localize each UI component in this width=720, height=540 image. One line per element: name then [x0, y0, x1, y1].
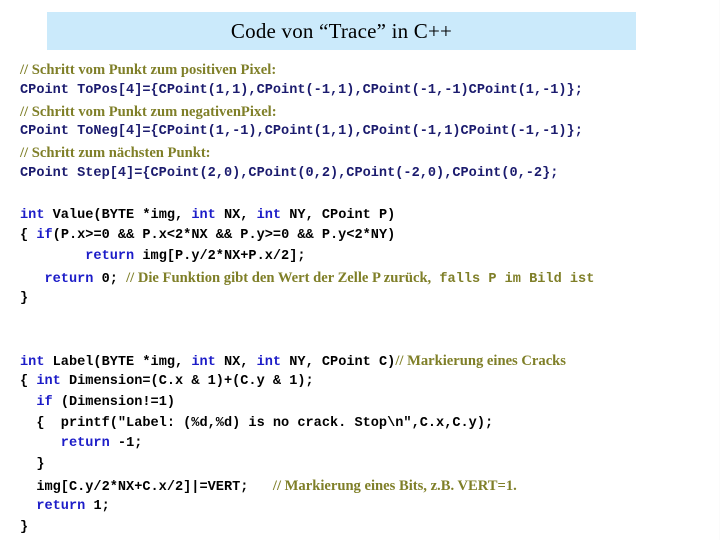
code-line: { if(P.x>=0 && P.x<2*NX && P.y>=0 && P.y…	[20, 226, 710, 247]
code-line: return -1;	[20, 434, 710, 455]
code-comment-line: // Schritt vom Punkt zum positiven Pixel…	[20, 60, 710, 81]
code-text: NX,	[215, 355, 257, 371]
code-keyword: int	[256, 355, 282, 371]
code-line: int Label(BYTE *img, int NX, int NY, CPo…	[20, 351, 710, 372]
code-literal: CPoint ToNeg[4]={CPoint(1,-1),CPoint(1,1…	[20, 124, 583, 140]
code-literal: CPoint Step[4]={CPoint(2,0),CPoint(0,2),…	[20, 165, 559, 181]
code-comment: // Schritt vom Punkt zum negativenPixel:	[20, 103, 277, 120]
code-text: 0;	[93, 271, 127, 287]
code-comment-line: // Schritt vom Punkt zum negativenPixel:	[20, 102, 710, 123]
code-line: return 0; // Die Funktion gibt den Wert …	[20, 268, 710, 289]
code-line: if (Dimension!=1)	[20, 393, 710, 414]
code-text: NY, CPoint C)	[281, 355, 396, 371]
code-line: CPoint ToNeg[4]={CPoint(1,-1),CPoint(1,1…	[20, 122, 710, 143]
code-line: }	[20, 289, 710, 310]
code-line: img[C.y/2*NX+C.x/2]|=VERT; // Markierung…	[20, 476, 710, 497]
code-keyword: return	[36, 498, 86, 514]
code-comment: // Schritt vom Punkt zum positiven Pixel…	[20, 62, 277, 78]
code-line: CPoint ToPos[4]={CPoint(1,1),CPoint(-1,1…	[20, 81, 710, 102]
code-text: NY, CPoint P)	[281, 207, 396, 223]
code-text: {	[20, 228, 37, 244]
code-keyword: if	[36, 394, 53, 410]
code-line: int Value(BYTE *img, int NX, int NY, CPo…	[20, 206, 710, 227]
code-keyword: return	[60, 436, 110, 452]
code-line: CPoint Step[4]={CPoint(2,0),CPoint(0,2),…	[20, 164, 710, 185]
code-line: { int Dimension=(C.x & 1)+(C.y & 1);	[20, 372, 710, 393]
code-text: Value(BYTE *img,	[44, 207, 192, 223]
code-keyword: int	[20, 207, 45, 223]
code-keyword: int	[256, 207, 282, 223]
code-keyword: int	[20, 355, 45, 371]
code-keyword: int	[191, 207, 216, 223]
code-text: NX,	[215, 207, 257, 223]
code-keyword: int	[191, 355, 216, 371]
code-comment: // Die Funktion gibt den Wert der Zelle …	[126, 269, 432, 286]
code-text: { printf("Label: (%d,%d) is no crack. St…	[20, 415, 494, 431]
code-line: return 1;	[20, 497, 710, 518]
code-text: (P.x>=0 && P.x<2*NX && P.y>=0 && P.y<2*N…	[52, 228, 396, 244]
code-line: { printf("Label: (%d,%d) is no crack. St…	[20, 414, 710, 435]
code-text: img[C.y/2*NX+C.x/2]|=VERT;	[20, 479, 273, 495]
code-text: 1;	[85, 498, 110, 514]
code-text: -1;	[109, 436, 143, 452]
code-comment: // Schritt zum nächsten Punkt:	[20, 145, 211, 162]
code-keyword: return	[44, 271, 94, 287]
code-comment: falls P im Bild ist	[431, 271, 595, 287]
code-comment: // Markierung eines Bits, z.B. VERT=1.	[272, 477, 517, 494]
code-keyword: return	[85, 249, 135, 265]
code-text: }	[20, 519, 29, 535]
slide-canvas: Code von “Trace” in C++ // Schritt vom P…	[0, 0, 720, 540]
code-comment-line: // Schritt zum nächsten Punkt:	[20, 143, 710, 164]
code-literal: CPoint ToPos[4]={CPoint(1,1),CPoint(-1,1…	[20, 82, 583, 98]
code-keyword: if	[36, 228, 53, 244]
code-block: // Schritt vom Punkt zum positiven Pixel…	[20, 60, 710, 538]
code-keyword: int	[36, 373, 61, 389]
code-text: Dimension=(C.x & 1)+(C.y & 1);	[60, 373, 314, 389]
slide-title-banner: Code von “Trace” in C++	[47, 12, 636, 50]
code-comment: // Markierung eines Cracks	[395, 353, 566, 370]
code-text: }	[20, 457, 45, 473]
page-title: Code von “Trace” in C++	[230, 18, 453, 43]
code-line: }	[20, 518, 710, 539]
code-text: {	[20, 373, 37, 389]
code-text: (Dimension!=1)	[52, 394, 176, 410]
code-line: return img[P.y/2*NX+P.x/2];	[20, 247, 710, 268]
code-text: img[P.y/2*NX+P.x/2];	[134, 249, 306, 265]
code-line: }	[20, 455, 710, 476]
code-text: Label(BYTE *img,	[44, 355, 192, 371]
code-text: }	[20, 290, 29, 306]
